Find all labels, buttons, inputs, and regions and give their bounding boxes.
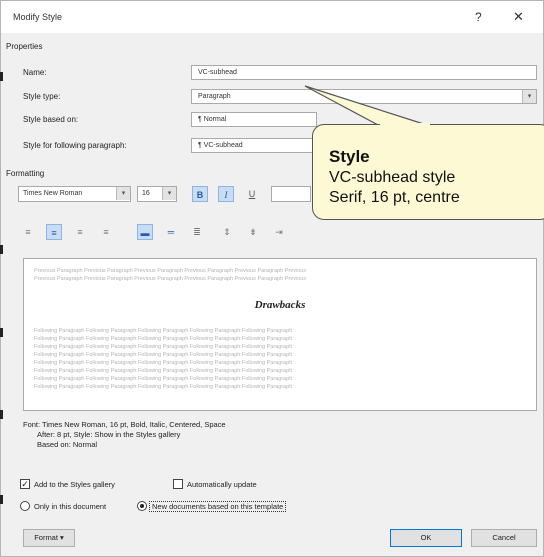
callout-pointer-join — [380, 123, 430, 127]
callout-title: Style — [329, 147, 370, 166]
callout-line: VC-subhead style — [329, 169, 456, 186]
callout-box: Style VC-subhead style Serif, 16 pt, cen… — [312, 124, 544, 220]
callout-line: Serif, 16 pt, centre — [329, 189, 460, 206]
callout-pointer — [304, 85, 431, 127]
